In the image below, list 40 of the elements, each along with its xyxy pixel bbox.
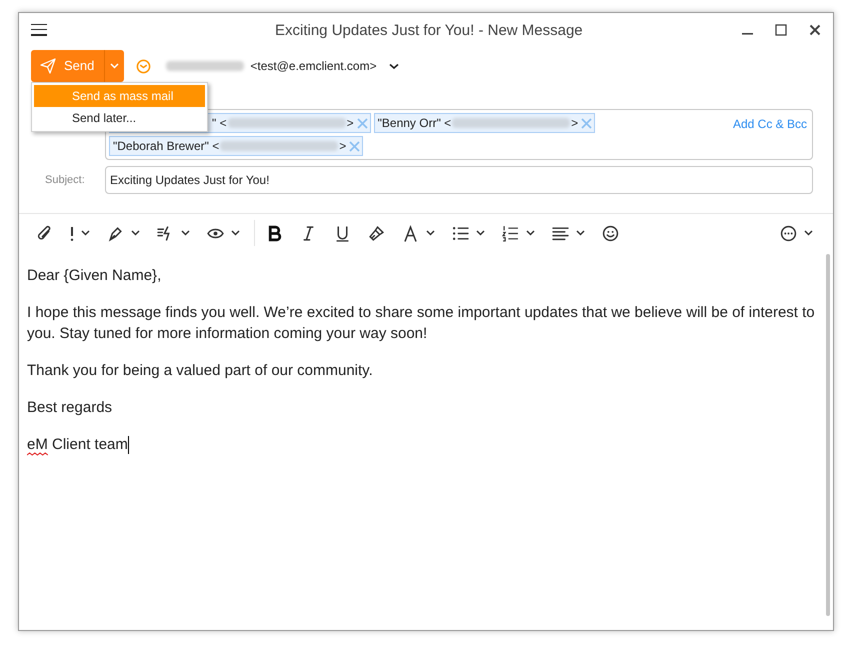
caret-icon bbox=[131, 230, 140, 236]
more-icon bbox=[780, 224, 797, 242]
caret-icon bbox=[576, 230, 585, 236]
body-paragraph: Dear {Given Name}, bbox=[27, 266, 162, 286]
scrollbar[interactable] bbox=[826, 254, 830, 616]
smiley-icon bbox=[602, 224, 619, 242]
pen-nib-icon bbox=[107, 224, 124, 242]
subject-label: Subject: bbox=[44, 172, 86, 188]
body-paragraph: Best regards bbox=[27, 398, 114, 418]
body-paragraph: I hope this message finds you well. We’re excited to share some important updates that we believe will be of interest to you. Stay tuned for more information coming your way soon! bbox=[27, 303, 816, 344]
caret-icon[interactable] bbox=[388, 62, 399, 70]
exclamation-icon bbox=[70, 224, 74, 242]
subject-field[interactable]: Exciting Updates Just for You! bbox=[105, 166, 813, 194]
body-paragraph: Thank you for being a valued part of our community. bbox=[27, 361, 374, 381]
caret-icon bbox=[110, 63, 120, 69]
recipient-chip[interactable]: "Deborah Brewer" < > bbox=[109, 136, 364, 156]
caret-icon bbox=[426, 230, 435, 236]
window-title: Exciting Updates Just for You! - New Message bbox=[275, 21, 583, 41]
align-left-icon bbox=[552, 224, 569, 242]
close-icon[interactable] bbox=[809, 24, 821, 36]
attach-icon bbox=[36, 224, 53, 242]
menu-icon[interactable] bbox=[31, 24, 47, 36]
brush-icon bbox=[368, 224, 385, 242]
send-icon bbox=[40, 58, 56, 74]
sender-address: <test@e.emclient.com> bbox=[250, 58, 377, 75]
body-paragraph: eM Client team bbox=[27, 434, 818, 455]
caret-icon bbox=[476, 230, 485, 236]
caret-icon bbox=[526, 230, 535, 236]
underline-icon bbox=[334, 224, 351, 242]
recipient-chip[interactable]: "Benny Orr" < > bbox=[374, 113, 596, 133]
bold-icon bbox=[266, 224, 283, 242]
numbered-list-icon bbox=[502, 224, 519, 242]
letter-a-icon bbox=[402, 224, 419, 242]
maximize-icon[interactable] bbox=[775, 24, 787, 36]
caret-icon bbox=[181, 230, 190, 236]
caret-icon bbox=[804, 230, 813, 236]
text-cursor bbox=[128, 436, 129, 454]
bullet-list-icon bbox=[452, 224, 469, 242]
caret-icon bbox=[81, 230, 90, 236]
caret-icon bbox=[231, 230, 240, 236]
